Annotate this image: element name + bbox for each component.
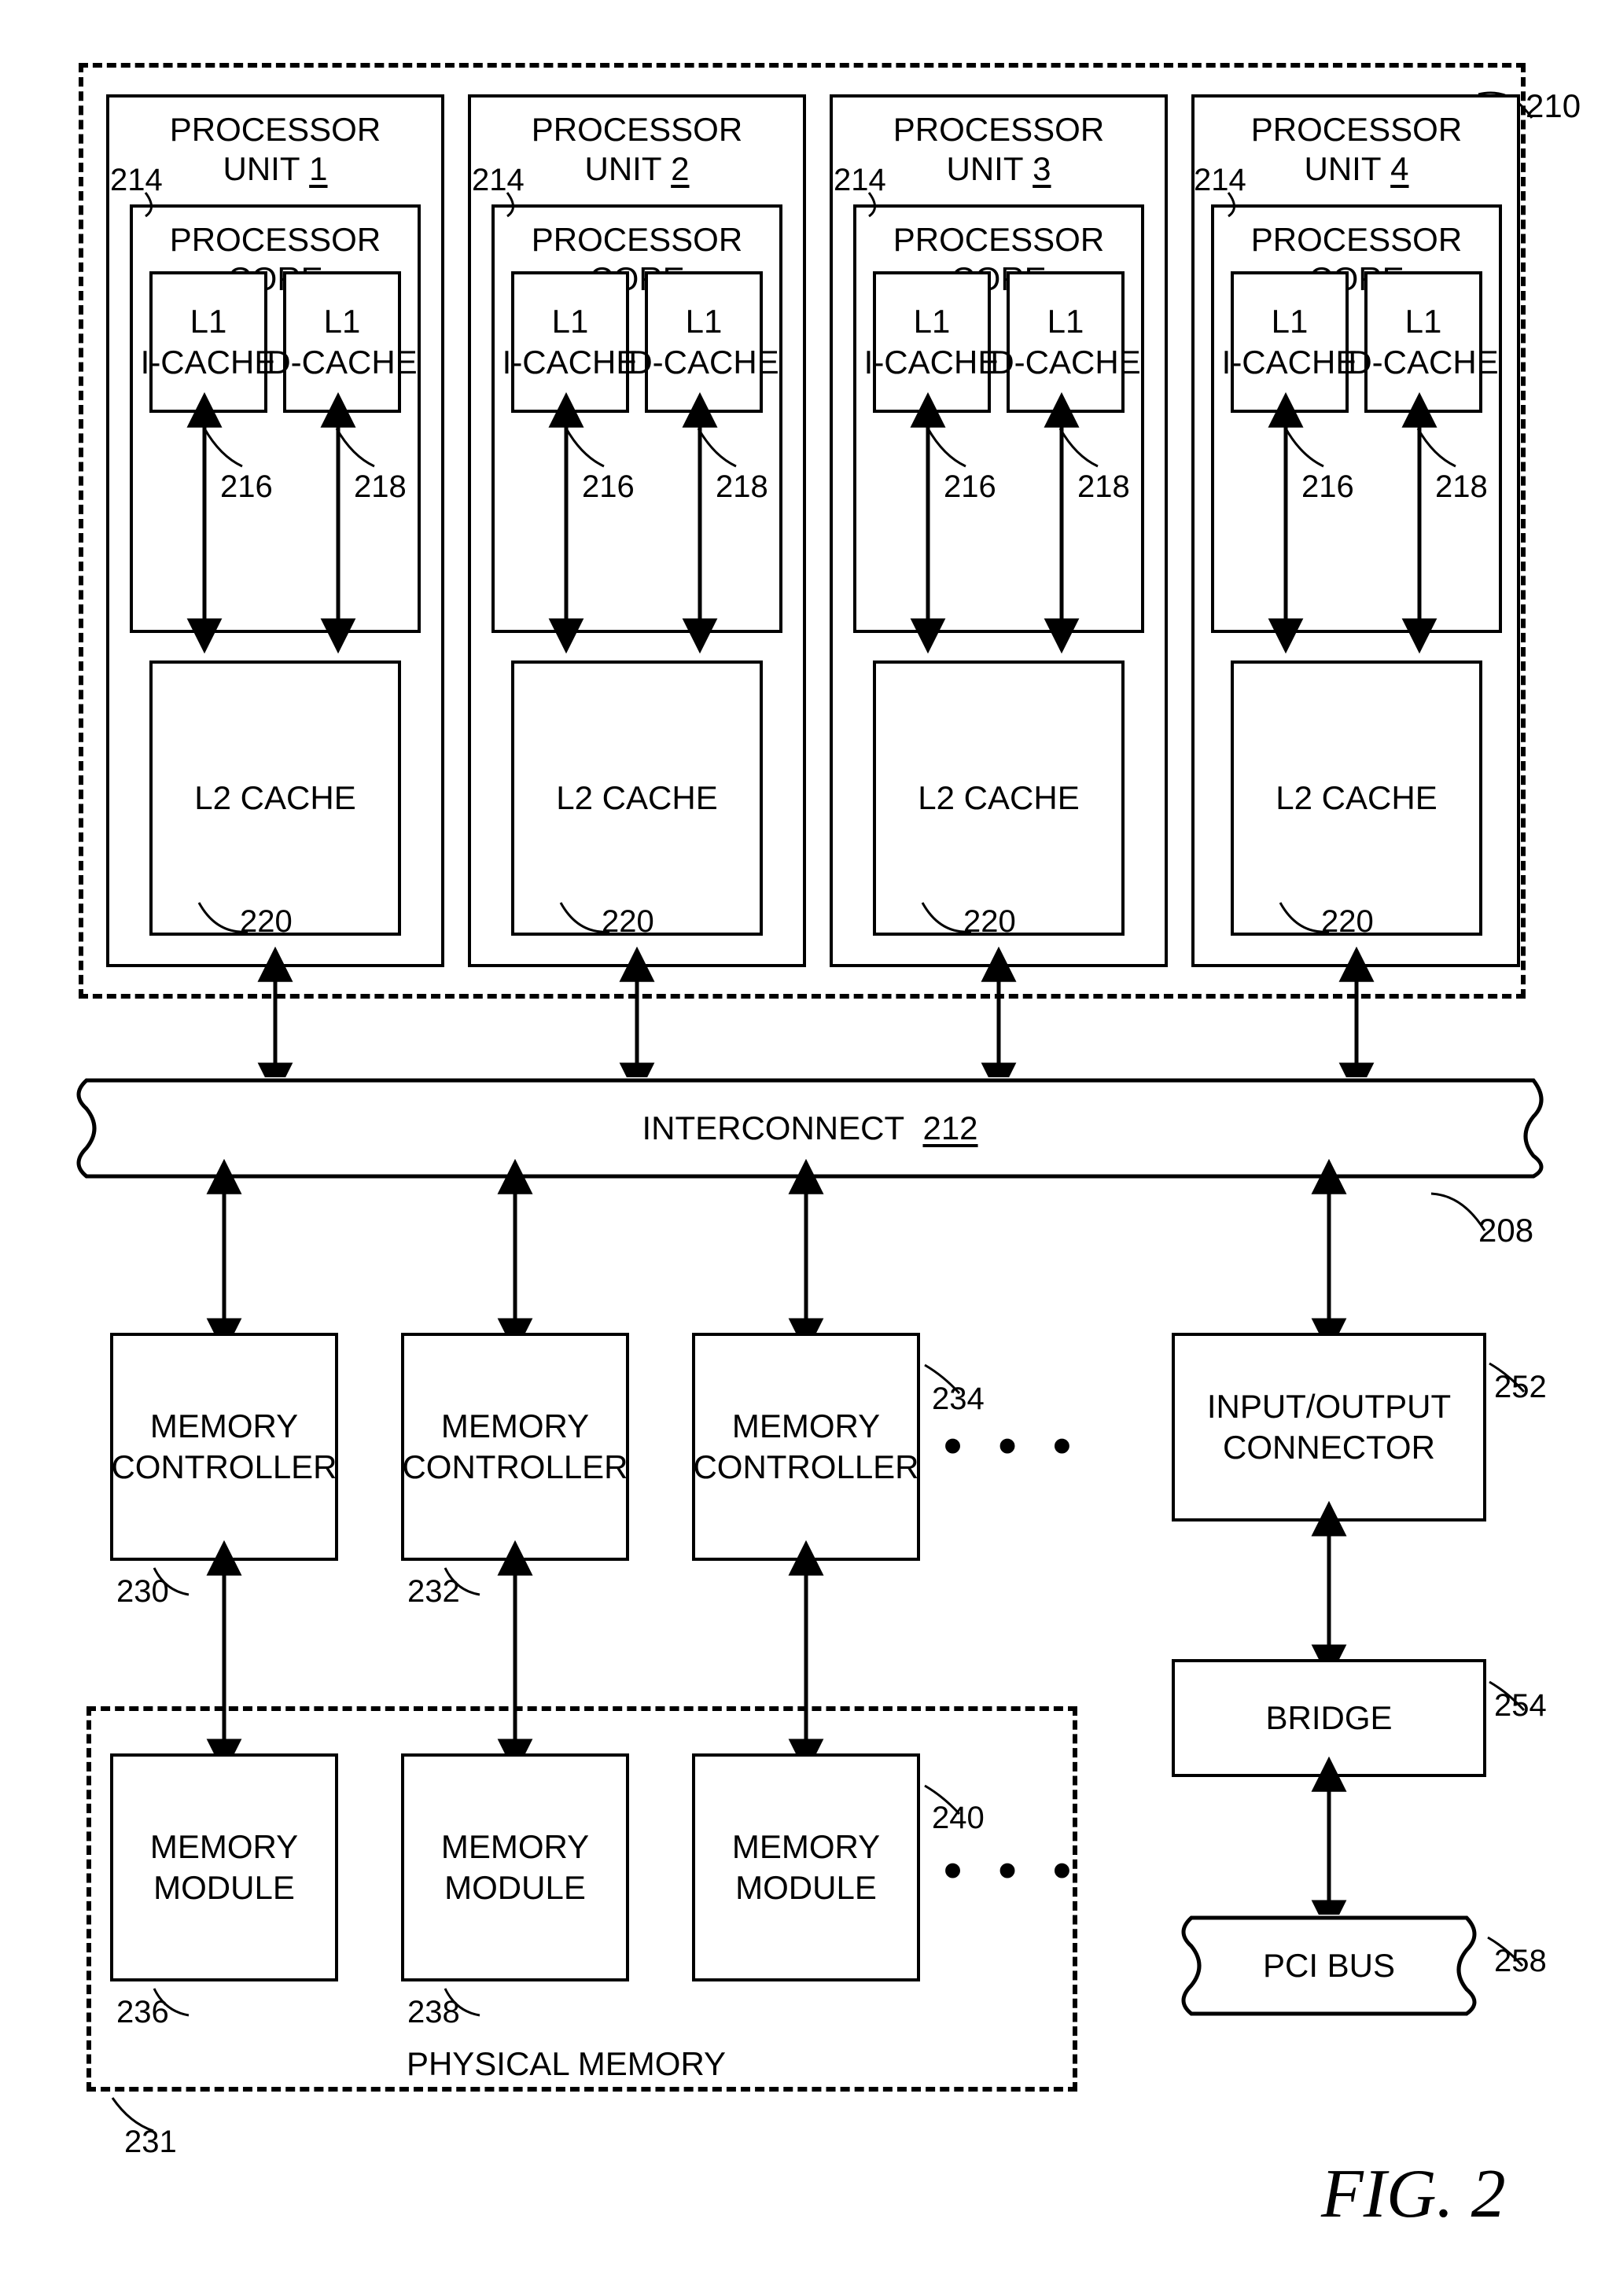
bridge: BRIDGE [1172,1659,1486,1777]
memory-module-2: MEMORY MODULE [401,1753,629,1981]
proc-unit-prefix: PROCESSOR UNIT [893,111,1104,187]
arrow-int-mc2 [499,1183,531,1329]
leader-216 [920,421,975,476]
arrow-unit1-interconnect [260,971,291,1073]
leader-216 [197,421,252,476]
leader-230 [149,1563,197,1602]
arrow-bridge-pci [1313,1781,1345,1911]
pci-bus: PCI BUS [1172,1915,1486,2017]
l1-icache: L1 I-CACHE [511,271,629,413]
arrow-unit4-interconnect [1341,971,1372,1073]
l2-cache: L2 CACHE [149,660,401,936]
io-connector: INPUT/OUTPUT CONNECTOR [1172,1333,1486,1521]
leader-238 [440,1984,488,2023]
memory-module-3: MEMORY MODULE [692,1753,920,1981]
diagram-canvas: 210 PROCESSOR UNIT 1 PROCESSOR CORE L1 I… [31,31,1573,2265]
leader-218 [1410,421,1465,476]
leader-234 [920,1360,967,1400]
proc-unit-num: 3 [1033,150,1051,187]
physmem-label: PHYSICAL MEMORY [370,2044,763,2084]
proc-unit-prefix: PROCESSOR UNIT [1251,111,1462,187]
leader-218 [1052,421,1107,476]
l2-cache: L2 CACHE [1231,660,1482,936]
arrow-unit2-interconnect [621,971,653,1073]
l1-icache: L1 I-CACHE [149,271,267,413]
leader-254 [1485,1677,1532,1716]
leader-220 [916,896,979,944]
leader-252 [1485,1359,1532,1398]
dots-controllers: • • • [944,1415,1082,1475]
l2-cache: L2 CACHE [873,660,1125,936]
memory-controller-3: MEMORY CONTROLLER [692,1333,920,1561]
arrow-int-io [1313,1183,1345,1329]
leader-218 [690,421,745,476]
ref-212: 212 [922,1108,977,1150]
leader-232 [440,1563,488,1602]
leader-214 [861,189,908,220]
arrow-int-mc1 [208,1183,240,1329]
proc-unit-num: 2 [671,150,689,187]
l1-icache: L1 I-CACHE [1231,271,1349,413]
arrow-int-mc3 [790,1183,822,1329]
memory-controller-1: MEMORY CONTROLLER [110,1333,338,1561]
leader-220 [193,896,256,944]
figure-label: FIG. 2 [1321,2154,1506,2234]
proc-unit-prefix: PROCESSOR UNIT [170,111,381,187]
l1-dcache: L1 D-CACHE [645,271,763,413]
proc-unit-title: PROCESSOR UNIT 1 [153,110,397,189]
l1-dcache: L1 D-CACHE [283,271,401,413]
leader-214 [1220,189,1268,220]
l1-dcache: L1 D-CACHE [1364,271,1482,413]
leader-240 [920,1781,967,1820]
proc-unit-prefix: PROCESSOR UNIT [532,111,742,187]
dots-modules: • • • [944,1840,1082,1900]
l1-icache: L1 I-CACHE [873,271,991,413]
leader-216 [558,421,613,476]
arrow-unit3-interconnect [983,971,1014,1073]
pci-bus-label: PCI BUS [1263,1945,1395,1987]
interconnect-label: INTERCONNECT [642,1108,904,1150]
l1-dcache: L1 D-CACHE [1007,271,1125,413]
leader-218 [329,421,384,476]
memory-controller-2: MEMORY CONTROLLER [401,1333,629,1561]
interconnect: INTERCONNECT 212 [63,1077,1557,1179]
proc-unit-title: PROCESSOR UNIT 2 [515,110,759,189]
proc-unit-title: PROCESSOR UNIT 4 [1235,110,1478,189]
proc-unit-num: 1 [309,150,327,187]
proc-unit-num: 4 [1390,150,1408,187]
leader-236 [149,1984,197,2023]
leader-231 [106,2092,161,2139]
leader-220 [1274,896,1337,944]
proc-unit-title: PROCESSOR UNIT 3 [877,110,1121,189]
leader-220 [554,896,617,944]
leader-214 [138,189,185,220]
l2-cache: L2 CACHE [511,660,763,936]
leader-214 [499,189,547,220]
leader-208 [1423,1187,1494,1242]
memory-module-1: MEMORY MODULE [110,1753,338,1981]
leader-216 [1278,421,1333,476]
arrow-io-bridge [1313,1525,1345,1655]
leader-258 [1483,1933,1530,1972]
